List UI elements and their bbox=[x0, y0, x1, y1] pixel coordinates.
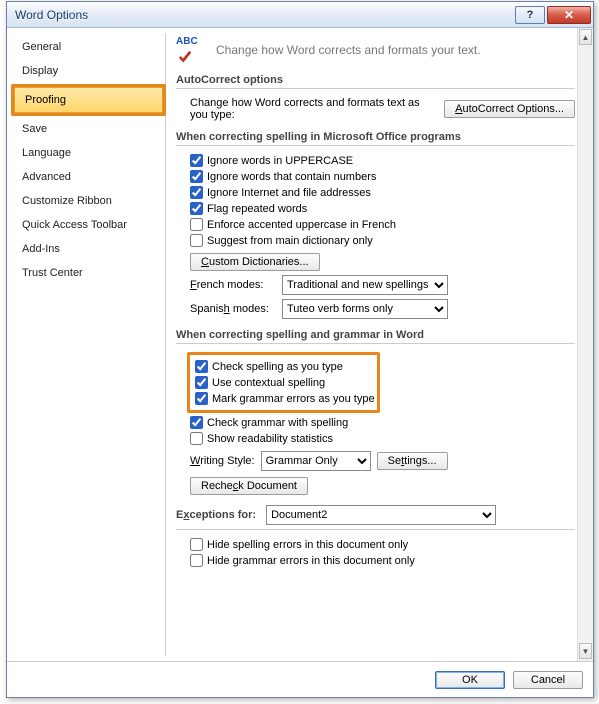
autocorrect-desc: Change how Word corrects and formats tex… bbox=[190, 97, 428, 121]
checkbox-row: Show readability statistics bbox=[190, 432, 575, 445]
checkbox-label: Ignore words in UPPERCASE bbox=[207, 155, 353, 167]
office-opt-0[interactable] bbox=[190, 154, 203, 167]
checkbox-row: Check grammar with spelling bbox=[190, 416, 575, 429]
office-opt-4[interactable] bbox=[190, 218, 203, 231]
proofing-icon: ABC bbox=[176, 36, 206, 64]
checkbox-label: Ignore words that contain numbers bbox=[207, 171, 376, 183]
section-autocorrect-title: AutoCorrect options bbox=[176, 74, 575, 89]
exception-opt-1[interactable] bbox=[190, 554, 203, 567]
recheck-document-button[interactable]: Recheck Document bbox=[190, 477, 308, 495]
french-modes-label: French modes: bbox=[190, 279, 274, 291]
sidebar-item-save[interactable]: Save bbox=[12, 117, 165, 141]
exceptions-label: Exceptions for: bbox=[176, 509, 256, 521]
sidebar-item-add-ins[interactable]: Add-Ins bbox=[12, 237, 165, 261]
close-button[interactable]: ✕ bbox=[547, 6, 591, 24]
checkbox-row: Enforce accented uppercase in French bbox=[190, 218, 575, 231]
office-opt-1[interactable] bbox=[190, 170, 203, 183]
close-icon: ✕ bbox=[564, 8, 574, 22]
word-rest-opt-1[interactable] bbox=[190, 432, 203, 445]
checkbox-row: Suggest from main dictionary only bbox=[190, 234, 575, 247]
word-hl-opt-2[interactable] bbox=[195, 392, 208, 405]
sidebar-item-display[interactable]: Display bbox=[12, 59, 165, 83]
checkbox-label: Enforce accented uppercase in French bbox=[207, 219, 396, 231]
sidebar-item-customize-ribbon[interactable]: Customize Ribbon bbox=[12, 189, 165, 213]
spanish-modes-label: Spanish modes: bbox=[190, 303, 274, 315]
checkbox-row: Hide spelling errors in this document on… bbox=[190, 538, 575, 551]
section-office-spelling-title: When correcting spelling in Microsoft Of… bbox=[176, 131, 575, 146]
scroll-down-arrow-icon[interactable]: ▼ bbox=[579, 643, 592, 659]
office-opt-3[interactable] bbox=[190, 202, 203, 215]
checkbox-label: Ignore Internet and file addresses bbox=[207, 187, 371, 199]
titlebar: Word Options ? ✕ bbox=[7, 2, 593, 28]
word-hl-opt-0[interactable] bbox=[195, 360, 208, 373]
checkbox-row: Ignore Internet and file addresses bbox=[190, 186, 575, 199]
checkbox-row: Use contextual spelling bbox=[195, 376, 375, 389]
custom-dictionaries-button[interactable]: Custom Dictionaries... bbox=[190, 253, 320, 271]
french-modes-select[interactable]: Traditional and new spellings bbox=[282, 275, 448, 295]
autocorrect-options-button[interactable]: AutoCorrect Options... bbox=[444, 100, 575, 118]
checkmark-icon bbox=[178, 50, 192, 64]
header-text: Change how Word corrects and formats you… bbox=[216, 43, 481, 57]
spanish-modes-select[interactable]: Tuteo verb forms only bbox=[282, 299, 448, 319]
checkbox-label: Flag repeated words bbox=[207, 203, 307, 215]
exception-opt-0[interactable] bbox=[190, 538, 203, 551]
checkbox-label: Hide grammar errors in this document onl… bbox=[207, 555, 415, 567]
sidebar-item-advanced[interactable]: Advanced bbox=[12, 165, 165, 189]
help-icon: ? bbox=[527, 9, 534, 21]
checkbox-row: Mark grammar errors as you type bbox=[195, 392, 375, 405]
section-word-spelling-title: When correcting spelling and grammar in … bbox=[176, 329, 575, 344]
scrollbar[interactable]: ▲ ▼ bbox=[577, 28, 593, 661]
word-rest-opt-0[interactable] bbox=[190, 416, 203, 429]
checkbox-label: Check spelling as you type bbox=[212, 361, 343, 373]
sidebar-item-language[interactable]: Language bbox=[12, 141, 165, 165]
word-options-dialog: Word Options ? ✕ General Display Proofin… bbox=[6, 1, 594, 698]
sidebar-item-quick-access-toolbar[interactable]: Quick Access Toolbar bbox=[12, 213, 165, 237]
checkbox-row: Ignore words that contain numbers bbox=[190, 170, 575, 183]
scroll-up-arrow-icon[interactable]: ▲ bbox=[579, 29, 592, 45]
checkbox-row: Check spelling as you type bbox=[195, 360, 375, 373]
sidebar-highlight: Proofing bbox=[11, 84, 166, 116]
window-title: Word Options bbox=[15, 8, 515, 22]
office-opt-5[interactable] bbox=[190, 234, 203, 247]
word-hl-opt-1[interactable] bbox=[195, 376, 208, 389]
sidebar-item-trust-center[interactable]: Trust Center bbox=[12, 261, 165, 285]
checkbox-label: Mark grammar errors as you type bbox=[212, 393, 375, 405]
office-opt-2[interactable] bbox=[190, 186, 203, 199]
help-button[interactable]: ? bbox=[515, 6, 545, 24]
checkbox-label: Hide spelling errors in this document on… bbox=[207, 539, 408, 551]
checkbox-label: Show readability statistics bbox=[207, 433, 333, 445]
writing-style-label: Writing Style: bbox=[190, 455, 255, 467]
sidebar-item-proofing[interactable]: Proofing bbox=[14, 87, 163, 113]
exceptions-select[interactable]: Document2 bbox=[266, 505, 496, 525]
sidebar-item-general[interactable]: General bbox=[12, 35, 165, 59]
cancel-button[interactable]: Cancel bbox=[513, 671, 583, 689]
checkbox-row: Ignore words in UPPERCASE bbox=[190, 154, 575, 167]
ok-button[interactable]: OK bbox=[435, 671, 505, 689]
settings-button[interactable]: Settings... bbox=[377, 452, 448, 470]
dialog-footer: OK Cancel bbox=[7, 661, 593, 697]
checkbox-label: Use contextual spelling bbox=[212, 377, 325, 389]
writing-style-select[interactable]: Grammar Only bbox=[261, 451, 371, 471]
checkbox-row: Flag repeated words bbox=[190, 202, 575, 215]
content-panel: ▲ ▼ ABC Change how Word corrects and for… bbox=[166, 28, 593, 661]
checkbox-label: Suggest from main dictionary only bbox=[207, 235, 373, 247]
highlight-box: Check spelling as you type Use contextual… bbox=[187, 352, 380, 413]
checkbox-row: Hide grammar errors in this document onl… bbox=[190, 554, 575, 567]
checkbox-label: Check grammar with spelling bbox=[207, 417, 348, 429]
sidebar: General Display Proofing Save Language A… bbox=[12, 33, 166, 656]
